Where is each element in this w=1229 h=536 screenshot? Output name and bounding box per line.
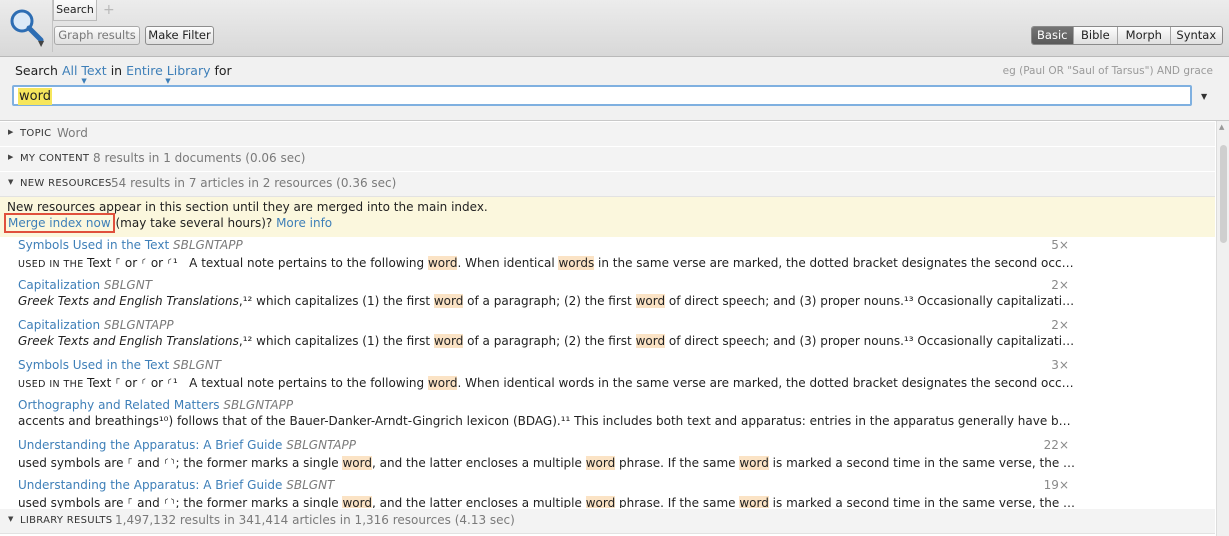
result-resource: SBLGNTAPP — [172, 238, 243, 252]
search-input[interactable]: word — [12, 85, 1192, 106]
hit-count: 2× — [1051, 318, 1069, 332]
graph-results-button[interactable]: Graph results — [54, 26, 140, 45]
result-item[interactable]: Orthography and Related Matters SBLGNTAP… — [0, 397, 1215, 437]
section-label: LIBRARY RESULTS — [20, 515, 113, 526]
query-hint: eg (Paul OR "Saul of Tarsus") AND grace — [1002, 65, 1213, 77]
result-resource: SBLGNTAPP — [286, 438, 356, 452]
notice-text: New resources appear in this section unt… — [7, 200, 488, 214]
results-scrollbar[interactable]: ▲ — [1216, 121, 1229, 536]
collapse-triangle-icon: ▼ — [8, 515, 14, 523]
scroll-up-icon[interactable]: ▲ — [1219, 123, 1224, 131]
result-title-link[interactable]: Symbols Used in the Text SBLGNTAPP — [18, 238, 243, 252]
results-pane: ▶ TOPIC Word ▶ MY CONTENT 8 results in 1… — [0, 121, 1215, 536]
result-item[interactable]: Symbols Used in the Text SBLGNT 3× USED … — [0, 357, 1215, 397]
result-title-link[interactable]: Capitalization SBLGNTAPP — [18, 318, 174, 332]
section-my-content[interactable]: ▶ MY CONTENT 8 results in 1 documents (0… — [0, 146, 1215, 172]
add-tab-button[interactable]: + — [103, 2, 115, 18]
result-item[interactable]: Capitalization SBLGNT 2× Greek Texts and… — [0, 277, 1215, 317]
result-resource: SBLGNT — [286, 478, 335, 492]
expand-triangle-icon: ▶ — [8, 128, 14, 136]
hit-count: 3× — [1051, 358, 1069, 372]
section-label: TOPIC — [20, 128, 52, 139]
section-topic[interactable]: ▶ TOPIC Word — [0, 121, 1215, 147]
notice-actions: Merge index now (may take several hours)… — [4, 213, 332, 233]
in-label: in — [110, 63, 123, 78]
hit-count: 22× — [1043, 438, 1069, 452]
expand-triangle-icon: ▶ — [8, 153, 14, 161]
result-snippet: USED IN THE Text ⸀ or ⸂ or ⸂¹ A textual … — [18, 376, 1078, 390]
scrollbar-thumb[interactable] — [1220, 145, 1227, 243]
section-label: NEW RESOURCES — [20, 178, 112, 189]
result-title-link[interactable]: Understanding the Apparatus: A Brief Gui… — [18, 478, 334, 492]
notice-middle-text: (may take several hours)? — [111, 216, 277, 230]
result-item[interactable]: Symbols Used in the Text SBLGNTAPP 5× US… — [0, 237, 1215, 277]
result-snippet: USED IN THE Text ⸀ or ⸂ or ⸂¹ A textual … — [18, 256, 1078, 270]
hit-count: 2× — [1051, 278, 1069, 292]
scope-text-dropdown[interactable]: All Text ▼ — [62, 63, 107, 85]
result-snippet: Greek Texts and English Translations,¹² … — [18, 294, 1078, 308]
result-snippet: Greek Texts and English Translations,¹² … — [18, 334, 1078, 348]
for-label: for — [214, 63, 232, 78]
section-summary: Word — [57, 126, 88, 140]
tab-syntax[interactable]: Syntax — [1169, 27, 1222, 44]
result-title-link[interactable]: Orthography and Related Matters SBLGNTAP… — [18, 398, 293, 412]
result-title-link[interactable]: Symbols Used in the Text SBLGNT — [18, 358, 221, 372]
section-summary: 1,497,132 results in 341,414 articles in… — [115, 513, 515, 527]
section-label: MY CONTENT — [20, 153, 90, 164]
result-title-link[interactable]: Understanding the Apparatus: A Brief Gui… — [18, 438, 356, 452]
scope-library-dropdown[interactable]: Entire Library ▼ — [126, 63, 210, 85]
tab-basic[interactable]: Basic — [1032, 27, 1073, 44]
result-resource: SBLGNTAPP — [103, 318, 174, 332]
result-snippet: accents and breathings¹⁰) follows that o… — [18, 414, 1078, 428]
chevron-down-icon: ▼ — [165, 77, 171, 85]
section-summary: 54 results in 7 articles in 2 resources … — [111, 176, 397, 190]
more-info-link[interactable]: More info — [276, 216, 332, 230]
query-bar: Search All Text ▼ in Entire Library ▼ for … — [0, 57, 1229, 121]
toolbar: ▼ Search + Graph results Make Filter Bas… — [0, 0, 1229, 57]
tab-morph[interactable]: Morph — [1117, 27, 1169, 44]
result-resource: SBLGNTAPP — [223, 398, 294, 412]
chevron-down-icon: ▼ — [38, 39, 45, 48]
hit-count: 5× — [1051, 238, 1069, 252]
collapse-triangle-icon: ▼ — [8, 178, 14, 186]
tab-bible[interactable]: Bible — [1072, 27, 1118, 44]
query-scope-line: Search All Text ▼ in Entire Library ▼ for — [15, 63, 232, 85]
search-input-value: word — [18, 88, 52, 105]
result-snippet: used symbols are ⸀ and ⸂⸃; the former ma… — [18, 456, 1078, 470]
tab-search[interactable]: Search — [53, 0, 97, 21]
merge-notice: New resources appear in this section unt… — [0, 197, 1215, 237]
result-title-link[interactable]: Capitalization SBLGNT — [18, 278, 152, 292]
section-summary: 8 results in 1 documents (0.06 sec) — [93, 151, 306, 165]
result-item[interactable]: Understanding the Apparatus: A Brief Gui… — [0, 437, 1215, 477]
result-item[interactable]: Capitalization SBLGNTAPP 2× Greek Texts … — [0, 317, 1215, 357]
result-resource: SBLGNT — [103, 278, 153, 292]
chevron-down-icon: ▼ — [81, 77, 87, 85]
section-library-results[interactable]: ▼ LIBRARY RESULTS 1,497,132 results in 3… — [0, 508, 1215, 534]
search-panel-icon-menu[interactable]: ▼ — [0, 0, 53, 52]
search-history-dropdown-icon[interactable]: ▼ — [1201, 92, 1207, 101]
search-label: Search — [15, 63, 58, 78]
hit-count: 19× — [1043, 478, 1069, 492]
result-resource: SBLGNT — [172, 358, 222, 372]
search-kind-selector: Basic Bible Morph Syntax — [1031, 26, 1223, 45]
make-filter-button[interactable]: Make Filter — [145, 26, 214, 45]
merge-index-link[interactable]: Merge index now — [4, 213, 115, 233]
section-new-resources[interactable]: ▼ NEW RESOURCES 54 results in 7 articles… — [0, 171, 1215, 197]
